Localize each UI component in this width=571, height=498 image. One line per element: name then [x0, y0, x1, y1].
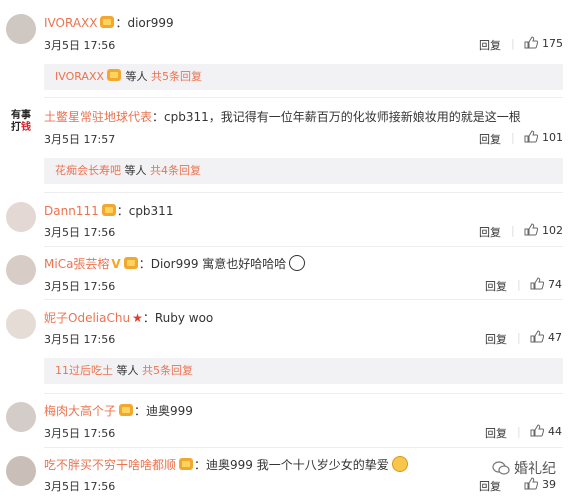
avatar[interactable] — [6, 14, 36, 44]
divider — [44, 447, 563, 448]
avatar[interactable] — [6, 402, 36, 432]
comment-date: 3月5日 17:57 — [44, 133, 116, 146]
watermark: 婚礼纪 — [492, 458, 556, 478]
like-button[interactable]: 101 — [524, 130, 563, 146]
reply-button[interactable]: 回复 — [479, 37, 501, 53]
member-badge-icon — [101, 204, 116, 216]
subreply-mid: 等人 — [122, 70, 152, 83]
wechat-logo-icon — [492, 461, 510, 475]
comment-text: ：cpb311，我记得有一位年薪百万的化妆师接新娘妆用的就是这一根 — [152, 110, 521, 124]
subreply-summary[interactable]: 11过后吃土 等人 共5条回复 — [44, 358, 563, 384]
laughing-emoji-icon — [289, 255, 306, 271]
like-count: 47 — [548, 331, 562, 344]
like-button[interactable]: 39 — [524, 477, 556, 493]
like-count: 74 — [548, 278, 562, 291]
like-count: 44 — [548, 425, 562, 438]
member-badge-icon — [100, 16, 115, 28]
subreply-summary[interactable]: IVORAXX 等人 共5条回复 — [44, 64, 563, 90]
reply-button[interactable]: 回复 — [485, 278, 507, 294]
comment-text: ：Dior999 寓意也好哈哈哈 — [138, 257, 287, 271]
comment-date: 3月5日 17:56 — [44, 333, 116, 346]
avatar[interactable] — [6, 309, 36, 339]
separator: | — [517, 278, 521, 291]
comment-date: 3月5日 17:56 — [44, 226, 116, 239]
avatar[interactable]: 有事 打钱 — [6, 108, 36, 138]
like-count: 175 — [542, 37, 563, 50]
like-count: 101 — [542, 131, 563, 144]
comment-text: ：迪奥999 我一个十八岁少女的挚爱 — [194, 458, 389, 472]
avatar[interactable] — [6, 255, 36, 285]
bow-emoji-icon — [391, 456, 408, 472]
separator: | — [511, 37, 515, 50]
verified-v-icon: V — [111, 257, 121, 271]
subreply-summary[interactable]: 花痴会长寿吧 等人 共4条回复 — [44, 158, 563, 184]
like-button[interactable]: 102 — [524, 223, 563, 239]
divider — [44, 192, 563, 193]
username[interactable]: MiCa張芸榕 — [44, 257, 109, 271]
separator: | — [511, 131, 515, 144]
like-count: 39 — [542, 478, 556, 491]
username[interactable]: Dann111 — [44, 204, 99, 218]
like-button[interactable]: 74 — [530, 277, 562, 293]
comment-date: 3月5日 17:56 — [44, 480, 116, 493]
separator: | — [511, 224, 515, 237]
reply-button[interactable]: 回复 — [479, 224, 501, 240]
star-badge-icon: ★ — [132, 311, 143, 325]
separator: | — [517, 425, 521, 438]
thumb-up-icon — [524, 477, 539, 493]
subreply-username[interactable]: 花痴会长寿吧 — [55, 164, 121, 177]
subreply-username[interactable]: IVORAXX — [55, 70, 104, 83]
reply-button[interactable]: 回复 — [479, 478, 501, 494]
comment-date: 3月5日 17:56 — [44, 427, 116, 440]
like-button[interactable]: 175 — [524, 36, 563, 52]
subreply-mid: 等人 — [113, 364, 142, 377]
comment-text: ：Ruby woo — [142, 311, 214, 325]
subreply-username[interactable]: 11过后吃土 — [55, 364, 113, 377]
comment-text: ：cpb311 — [116, 204, 174, 218]
thumb-up-icon — [524, 130, 539, 146]
username[interactable]: IVORAXX — [44, 16, 97, 30]
thumb-up-icon — [524, 36, 539, 52]
reply-button[interactable]: 回复 — [485, 425, 507, 441]
divider — [44, 97, 563, 98]
comment-text: ：dior999 — [115, 16, 174, 30]
member-badge-icon — [179, 458, 194, 470]
like-button[interactable]: 44 — [530, 424, 562, 440]
subreply-more-link[interactable]: 共5条回复 — [142, 364, 193, 377]
subreply-mid: 等人 — [121, 164, 150, 177]
thumb-up-icon — [530, 330, 545, 346]
divider — [44, 393, 563, 394]
watermark-text: 婚礼纪 — [514, 461, 556, 477]
divider — [44, 299, 563, 300]
thumb-up-icon — [524, 223, 539, 239]
comment-text: ：迪奥999 — [134, 404, 193, 418]
username[interactable]: 梅肉大高个子 — [44, 404, 116, 418]
thumb-up-icon — [530, 277, 545, 293]
like-button[interactable]: 47 — [530, 330, 562, 346]
avatar[interactable] — [6, 202, 36, 232]
reply-button[interactable]: 回复 — [485, 331, 507, 347]
comment-date: 3月5日 17:56 — [44, 280, 116, 293]
username[interactable]: 妮子OdeliaChu — [44, 311, 130, 325]
thumb-up-icon — [530, 424, 545, 440]
username[interactable]: 吃不胖买不穷干啥啥都顺 — [44, 458, 176, 472]
username[interactable]: 土鳖星常驻地球代表 — [44, 110, 152, 124]
divider — [44, 246, 563, 247]
member-badge-icon — [119, 404, 134, 416]
like-count: 102 — [542, 224, 563, 237]
member-badge-icon — [107, 69, 122, 81]
separator: | — [517, 331, 521, 344]
avatar[interactable] — [6, 456, 36, 486]
subreply-more-link[interactable]: 共4条回复 — [150, 164, 201, 177]
reply-button[interactable]: 回复 — [479, 131, 501, 147]
subreply-more-link[interactable]: 共5条回复 — [151, 70, 202, 83]
member-badge-icon — [123, 257, 138, 269]
comment-date: 3月5日 17:56 — [44, 39, 116, 52]
